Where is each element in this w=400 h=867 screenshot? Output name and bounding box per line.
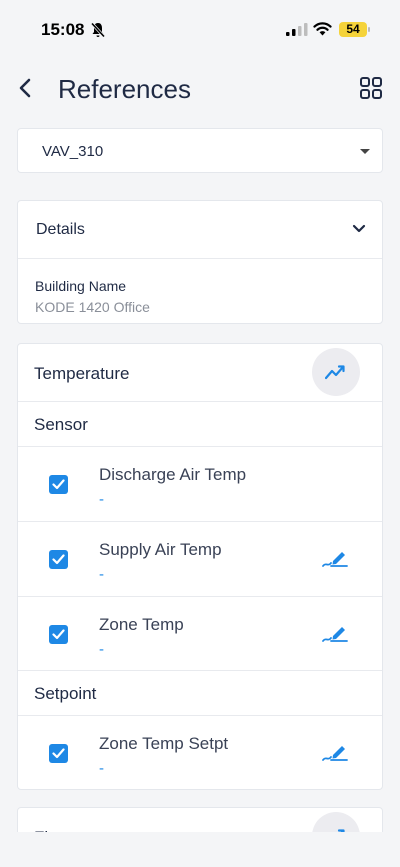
- point-name: Zone Temp: [99, 615, 184, 634]
- header: References: [0, 66, 400, 112]
- point-value: -: [99, 760, 104, 777]
- point-row-supply-air-temp: Supply Air Temp -: [18, 522, 382, 596]
- status-time: 15:08: [41, 20, 85, 39]
- building-name-label: Building Name: [35, 278, 127, 294]
- point-row-zone-temp-setpt: Zone Temp Setpt -: [18, 716, 382, 789]
- wifi-icon: [313, 22, 332, 36]
- setpoint-section-label: Setpoint: [34, 684, 97, 703]
- sensor-section-label: Sensor: [34, 415, 88, 434]
- details-title: Details: [36, 221, 85, 238]
- edit-value-icon[interactable]: [322, 623, 348, 643]
- divider: [18, 670, 382, 671]
- page-title: References: [58, 74, 191, 104]
- point-value: -: [99, 566, 104, 583]
- point-checkbox[interactable]: [49, 625, 68, 644]
- edit-value-icon[interactable]: [322, 742, 348, 762]
- checkmark-icon: [52, 554, 65, 565]
- signal-icon: [286, 23, 308, 36]
- point-checkbox[interactable]: [49, 744, 68, 763]
- checkmark-icon: [52, 479, 65, 490]
- point-name: Discharge Air Temp: [99, 465, 247, 484]
- point-name: Zone Temp Setpt: [99, 734, 229, 753]
- trend-chart-button[interactable]: [312, 348, 360, 396]
- details-card: Details Building Name KODE 1420 Office: [17, 200, 383, 324]
- battery-icon: 54: [339, 22, 367, 37]
- back-arrow-icon[interactable]: [16, 76, 36, 100]
- edit-value-icon[interactable]: [322, 548, 348, 568]
- building-name-value: KODE 1420 Office: [35, 299, 150, 315]
- chevron-down-icon: [352, 224, 366, 233]
- point-value: -: [99, 641, 104, 658]
- equipment-select-value: VAV_310: [42, 143, 104, 160]
- point-value: -: [99, 491, 104, 508]
- temperature-header: Temperature: [18, 344, 382, 402]
- grid-view-icon[interactable]: [359, 76, 383, 100]
- details-toggle[interactable]: Details: [18, 201, 382, 259]
- caret-down-icon: [360, 149, 370, 154]
- temperature-card: Temperature Sensor Discharge Air Temp - …: [17, 343, 383, 790]
- checkmark-icon: [52, 748, 65, 759]
- point-checkbox[interactable]: [49, 550, 68, 569]
- bell-muted-icon: [91, 22, 105, 38]
- point-row-discharge-air-temp: Discharge Air Temp -: [18, 447, 382, 521]
- trend-line-icon: [325, 365, 345, 380]
- point-checkbox[interactable]: [49, 475, 68, 494]
- point-row-zone-temp: Zone Temp -: [18, 597, 382, 671]
- bottom-safe-area: [0, 832, 400, 867]
- battery-tip: [368, 27, 370, 32]
- point-name: Supply Air Temp: [99, 540, 222, 559]
- checkmark-icon: [52, 629, 65, 640]
- status-bar: 15:08 54: [0, 0, 400, 60]
- equipment-select[interactable]: VAV_310: [17, 128, 383, 173]
- temperature-title: Temperature: [34, 364, 130, 383]
